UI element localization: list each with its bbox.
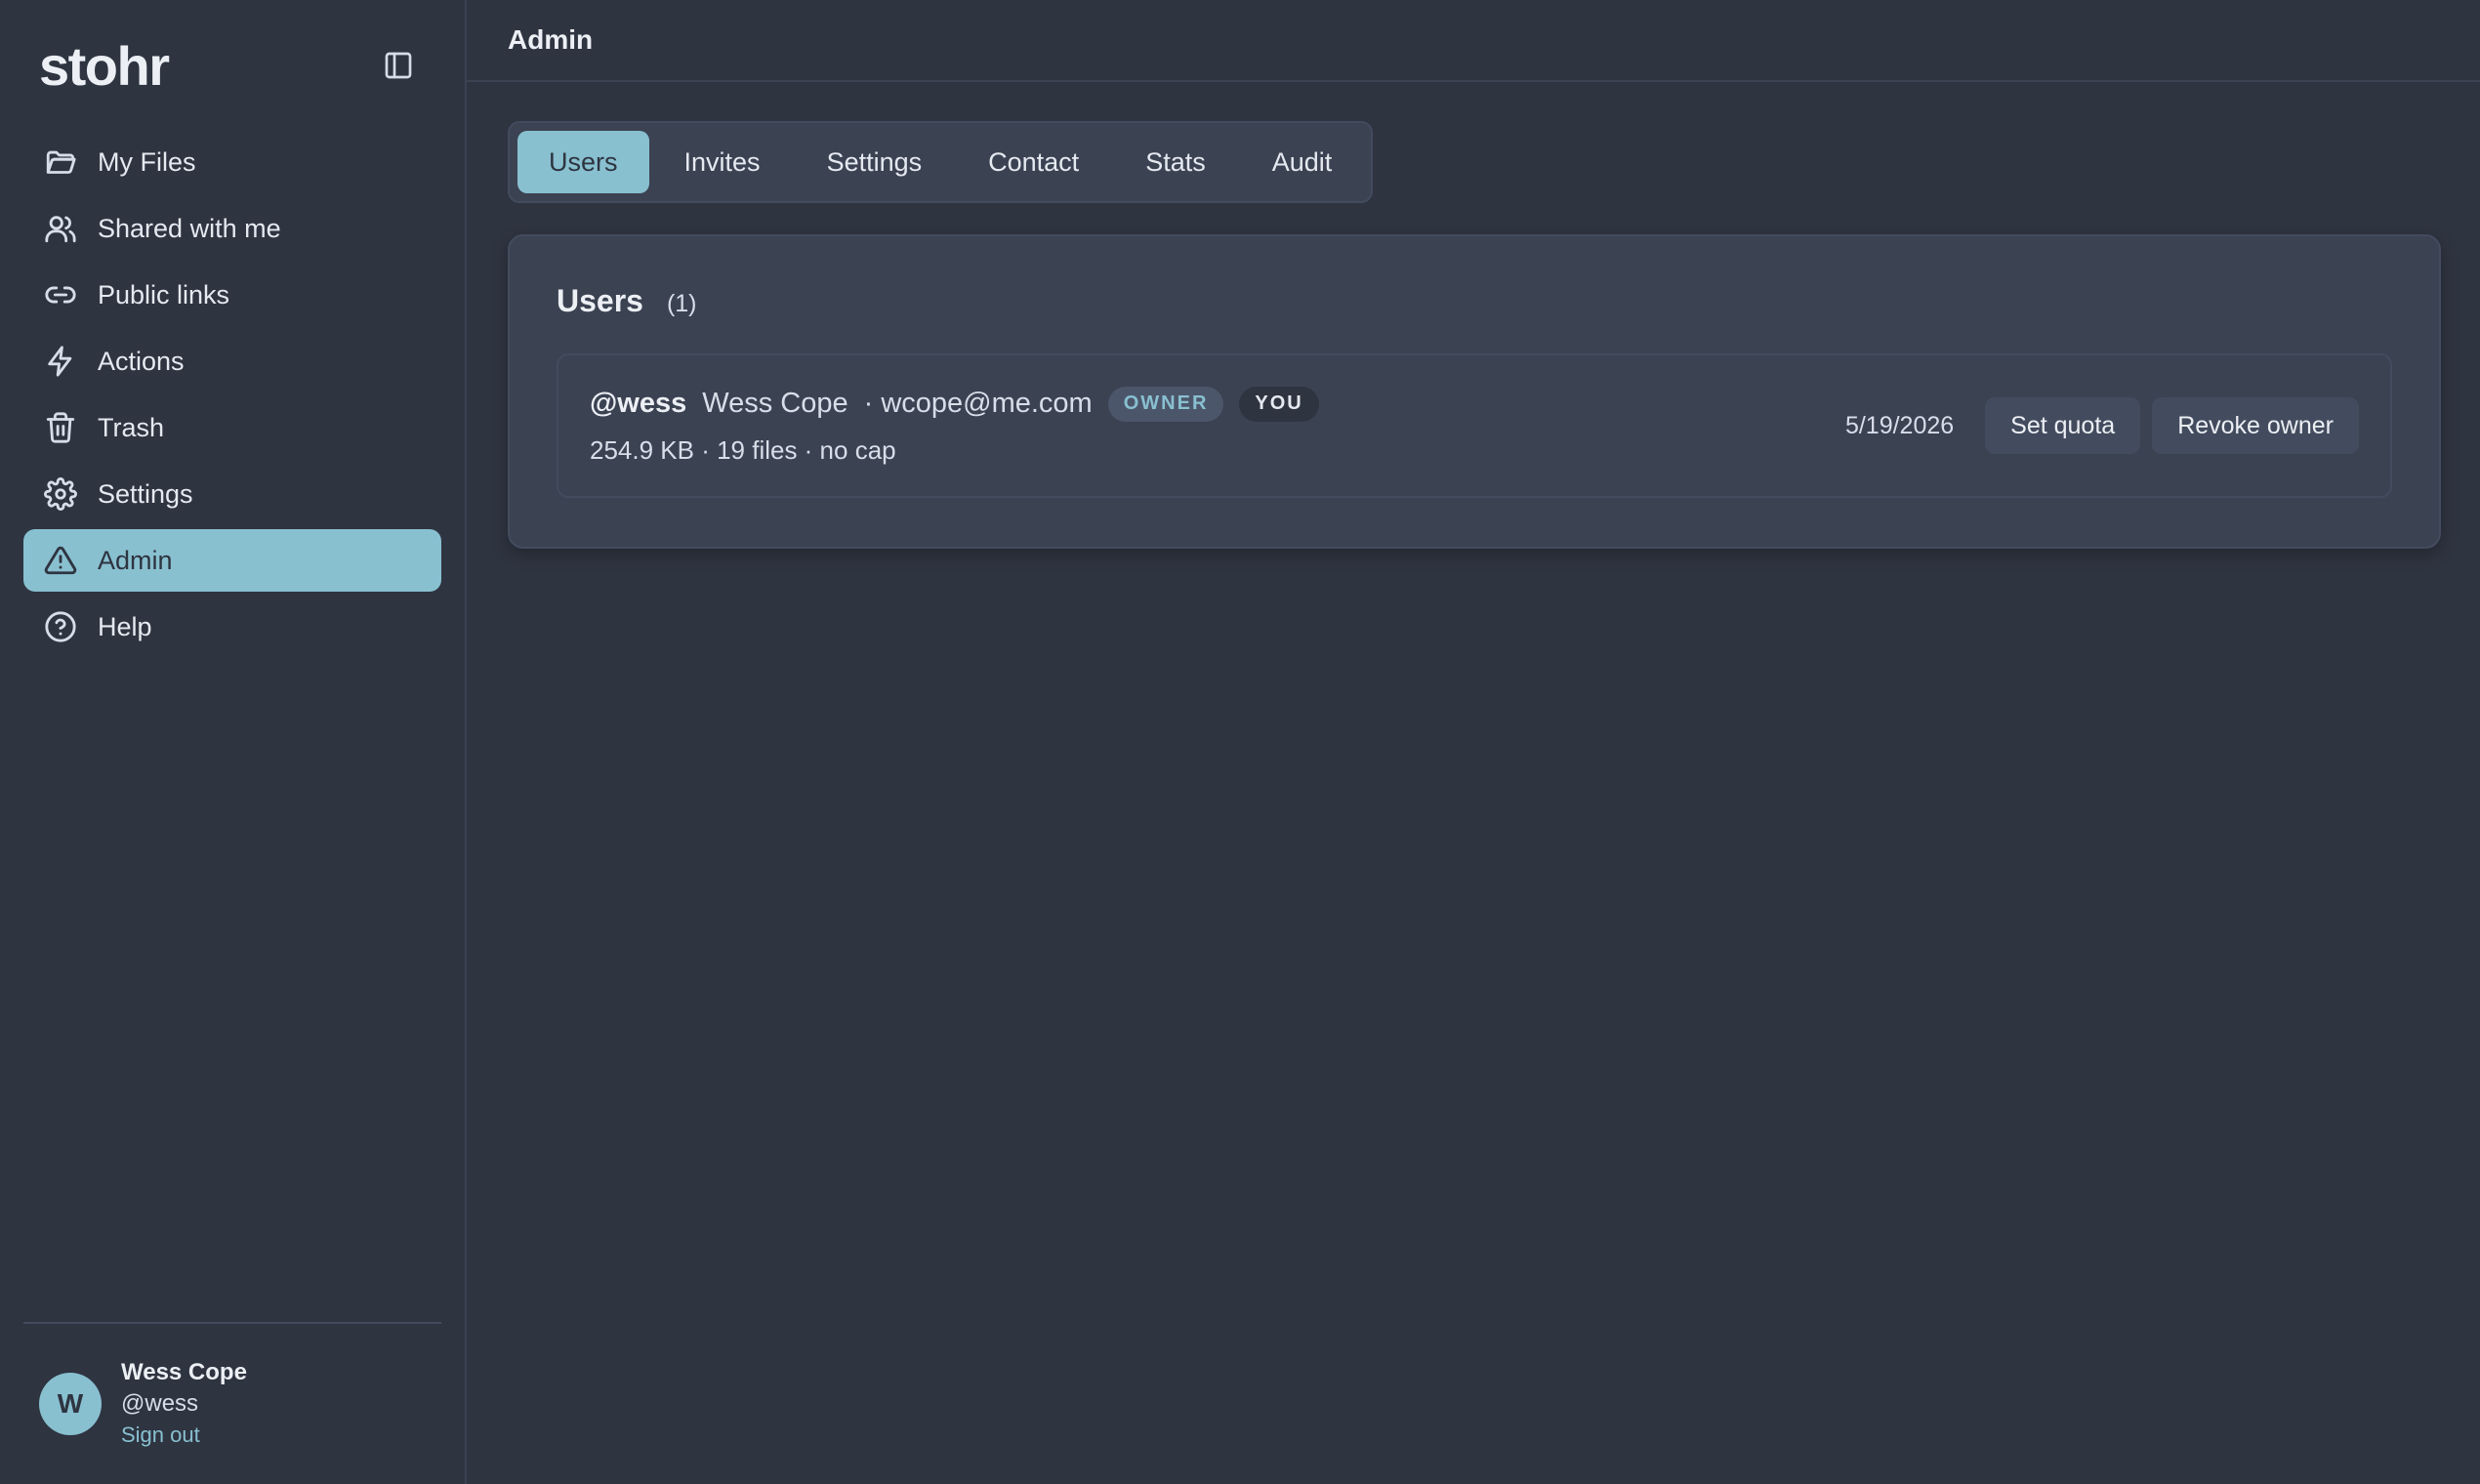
- gear-icon: [43, 476, 78, 512]
- trash-icon: [43, 410, 78, 445]
- you-badge: YOU: [1239, 386, 1319, 422]
- sidebar-toggle-icon: [385, 52, 412, 79]
- user-row-actions: 5/19/2026 Set quota Revoke owner: [1845, 397, 2359, 454]
- sidebar-item-public-links[interactable]: Public links: [23, 264, 441, 326]
- folder-icon: [43, 144, 78, 180]
- sidebar-item-my-files[interactable]: My Files: [23, 131, 441, 193]
- sidebar-item-label: Public links: [98, 279, 230, 309]
- tab-invites[interactable]: Invites: [653, 131, 792, 193]
- sidebar-toggle-button[interactable]: [379, 46, 418, 85]
- sidebar-item-label: Trash: [98, 412, 165, 442]
- sidebar-item-label: Settings: [98, 478, 193, 509]
- user-name: Wess Cope: [121, 1359, 247, 1385]
- revoke-owner-button[interactable]: Revoke owner: [2152, 397, 2359, 454]
- tab-users[interactable]: Users: [517, 131, 649, 193]
- user-row-email: · wcope@me.com: [863, 388, 1093, 419]
- warning-icon: [43, 543, 78, 578]
- user-meta: Wess Cope @wess Sign out: [121, 1357, 247, 1451]
- user-row-info: @wess Wess Cope · wcope@me.com OWNER YOU…: [590, 386, 1319, 466]
- sidebar-item-label: My Files: [98, 146, 196, 177]
- sign-out-link[interactable]: Sign out: [121, 1420, 247, 1451]
- sidebar-item-settings[interactable]: Settings: [23, 463, 441, 525]
- help-icon: [43, 609, 78, 644]
- tab-contact[interactable]: Contact: [957, 131, 1110, 193]
- app-logo[interactable]: stohr: [39, 34, 170, 98]
- sidebar-item-help[interactable]: Help: [23, 596, 441, 658]
- main-panel: Admin Users Invites Settings Contact Sta…: [467, 0, 2480, 1484]
- admin-tabs: Users Invites Settings Contact Stats Aud…: [508, 121, 1374, 203]
- sidebar-item-shared-with-me[interactable]: Shared with me: [23, 197, 441, 260]
- link-icon: [43, 277, 78, 312]
- lightning-icon: [43, 344, 78, 379]
- users-card-header: Users (1): [557, 283, 2392, 326]
- tab-stats[interactable]: Stats: [1114, 131, 1237, 193]
- avatar[interactable]: W: [39, 1373, 102, 1435]
- app-root: stohr My Files Shared with me Public lin…: [0, 0, 2480, 1484]
- sidebar-item-label: Actions: [98, 346, 185, 376]
- owner-badge: OWNER: [1107, 386, 1224, 422]
- tab-settings[interactable]: Settings: [796, 131, 954, 193]
- sidebar-user-panel: W Wess Cope @wess Sign out: [23, 1322, 441, 1484]
- sidebar-item-label: Shared with me: [98, 213, 281, 243]
- admin-content: Users Invites Settings Contact Stats Aud…: [467, 82, 2480, 549]
- user-row-usage: 254.9 KB · 19 files · no cap: [590, 434, 896, 465]
- top-bar: Admin: [467, 0, 2480, 82]
- page-title: Admin: [508, 24, 594, 55]
- sidebar-item-label: Help: [98, 611, 152, 641]
- users-card-title: Users: [557, 283, 643, 318]
- sidebar-item-actions[interactable]: Actions: [23, 330, 441, 392]
- set-quota-button[interactable]: Set quota: [1985, 397, 2141, 454]
- sidebar-item-trash[interactable]: Trash: [23, 396, 441, 459]
- users-count: (1): [666, 290, 697, 317]
- user-row-identity: @wess Wess Cope · wcope@me.com OWNER YOU: [590, 386, 1319, 422]
- users-icon: [43, 211, 78, 246]
- user-row: @wess Wess Cope · wcope@me.com OWNER YOU…: [557, 353, 2392, 498]
- sidebar: stohr My Files Shared with me Public lin…: [0, 0, 467, 1484]
- user-row-handle: @wess: [590, 388, 687, 419]
- users-card: Users (1) @wess Wess Cope · wcope@me.com…: [508, 234, 2441, 549]
- sidebar-item-admin[interactable]: Admin: [23, 529, 441, 592]
- user-handle: @wess: [121, 1390, 199, 1417]
- sidebar-nav: My Files Shared with me Public links Act…: [0, 131, 465, 658]
- brand-row: stohr: [0, 0, 465, 131]
- user-row-date: 5/19/2026: [1844, 411, 1955, 439]
- sidebar-item-label: Admin: [98, 545, 173, 575]
- tab-audit[interactable]: Audit: [1241, 131, 1364, 193]
- user-row-name: Wess Cope: [702, 388, 848, 419]
